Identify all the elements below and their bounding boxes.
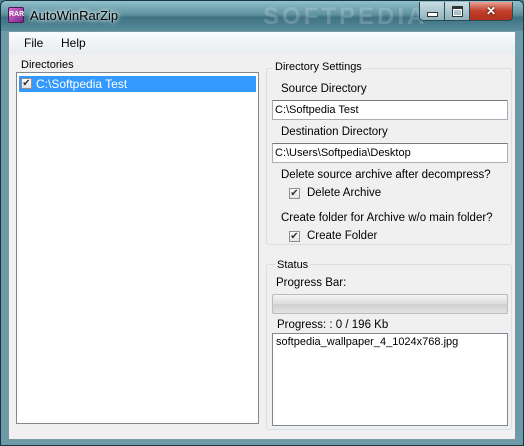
minimize-button[interactable]	[419, 2, 445, 21]
list-item[interactable]: ✔ C:\Softpedia Test	[19, 76, 256, 92]
destination-directory-input[interactable]: C:\Users\Softpedia\Desktop	[272, 143, 508, 163]
title-bar[interactable]: RAR AutoWinRarZip SOFTPEDIA ✕	[1, 1, 523, 31]
progress-bar-label: Progress Bar:	[276, 277, 347, 289]
source-directory-input[interactable]: C:\Softpedia Test	[272, 100, 508, 120]
create-folder-question: Create folder for Archive w/o main folde…	[281, 212, 493, 224]
minimize-icon	[426, 11, 438, 17]
directories-label: Directories	[21, 59, 74, 71]
create-folder-checkbox[interactable]: ✔	[289, 231, 300, 242]
menu-help[interactable]: Help	[61, 36, 86, 50]
maximize-icon	[451, 5, 463, 17]
menu-file[interactable]: File	[24, 36, 43, 50]
list-item[interactable]: softpedia_wallpaper_4_1024x768.jpg	[276, 336, 504, 348]
destination-directory-label: Destination Directory	[281, 126, 388, 138]
file-list[interactable]: softpedia_wallpaper_4_1024x768.jpg	[272, 333, 508, 426]
progress-bar	[272, 294, 508, 314]
status-legend: Status	[275, 259, 311, 271]
maximize-button[interactable]	[444, 2, 470, 21]
window-title: AutoWinRarZip	[30, 8, 119, 23]
delete-archive-checkbox[interactable]: ✔	[289, 188, 300, 199]
app-window: RAR AutoWinRarZip SOFTPEDIA ✕ File Help …	[0, 0, 524, 446]
delete-archive-label[interactable]: Delete Archive	[307, 187, 381, 199]
directories-list[interactable]: ✔ C:\Softpedia Test	[16, 72, 259, 424]
client-area: File Help Directories ✔ C:\Softpedia Tes…	[8, 31, 516, 440]
close-icon: ✕	[485, 4, 497, 18]
directory-checkbox[interactable]: ✔	[21, 78, 32, 89]
source-directory-label: Source Directory	[281, 83, 367, 95]
directory-path: C:\Softpedia Test	[36, 77, 128, 91]
watermark: SOFTPEDIA	[263, 3, 428, 30]
directory-settings-legend: Directory Settings	[273, 61, 364, 73]
delete-archive-question: Delete source archive after decompress?	[281, 169, 491, 181]
winrar-app-icon: RAR	[8, 7, 24, 23]
create-folder-label[interactable]: Create Folder	[307, 230, 377, 242]
close-button[interactable]: ✕	[469, 2, 513, 21]
progress-text: Progress: : 0 / 196 Kb	[277, 319, 389, 331]
menu-bar: File Help	[9, 32, 515, 54]
